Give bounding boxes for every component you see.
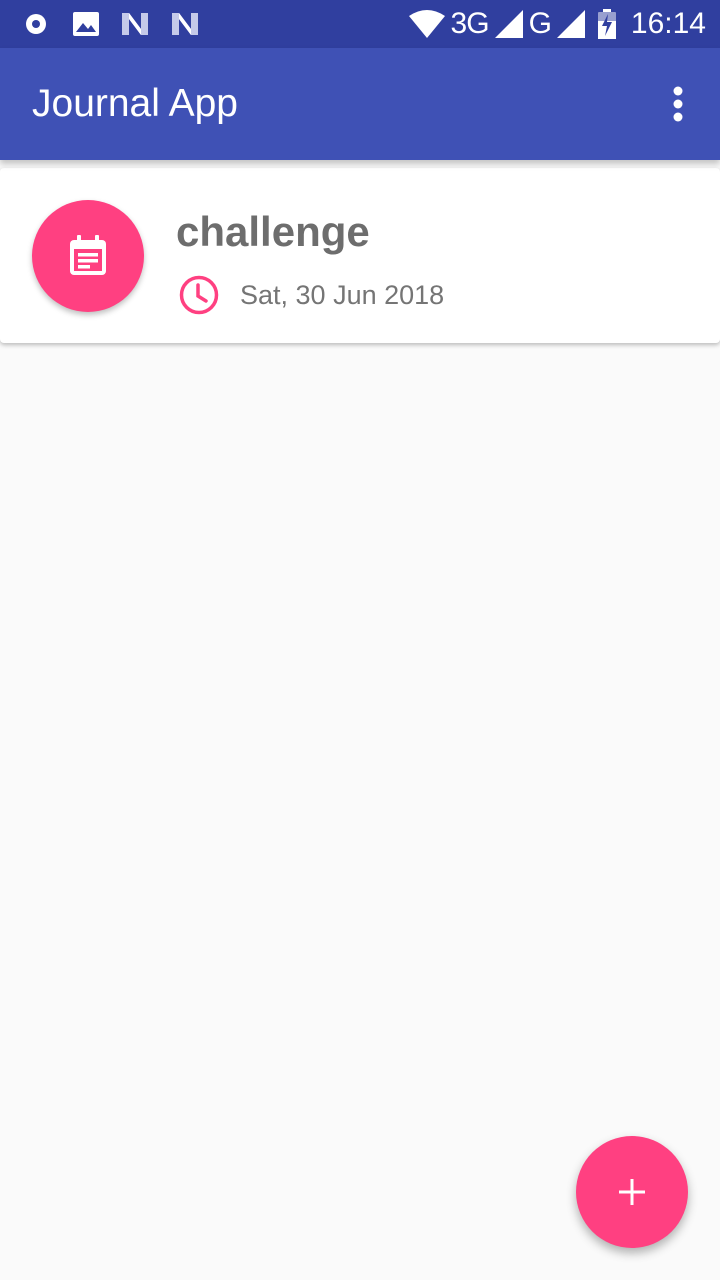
journal-entry-date-row: Sat, 30 Jun 2018	[178, 274, 444, 316]
signal-icon	[494, 10, 523, 38]
image-icon	[72, 11, 100, 37]
status-bar-system: 3G G 16:14	[408, 0, 706, 48]
record-icon	[24, 12, 48, 36]
journal-entry-avatar	[32, 200, 144, 312]
network-3g-label: 3G	[450, 7, 490, 40]
journal-entry-list: challenge Sat, 30 Jun 2018	[0, 168, 720, 343]
plus-icon	[616, 1176, 648, 1208]
status-bar: 3G G 16:14	[0, 0, 720, 48]
more-vert-icon	[672, 86, 684, 122]
notification-n-icon	[120, 11, 150, 37]
wifi-icon	[408, 10, 445, 38]
journal-entry-icon	[68, 235, 108, 277]
journal-entry-title: challenge	[176, 208, 370, 255]
network-g-label: G	[528, 7, 552, 40]
status-bar-notifications	[24, 0, 200, 48]
add-entry-button[interactable]	[576, 1136, 688, 1248]
signal-icon	[556, 10, 585, 38]
more-options-button[interactable]	[650, 76, 706, 132]
clock-icon	[178, 274, 220, 316]
status-bar-time: 16:14	[630, 7, 706, 40]
journal-entry-card[interactable]: challenge Sat, 30 Jun 2018	[0, 168, 720, 343]
battery-charging-icon	[597, 9, 617, 39]
journal-entry-date: Sat, 30 Jun 2018	[240, 279, 445, 310]
notification-n-icon	[170, 11, 200, 37]
app-title: Journal App	[32, 82, 238, 125]
app-bar: Journal App	[0, 48, 720, 160]
